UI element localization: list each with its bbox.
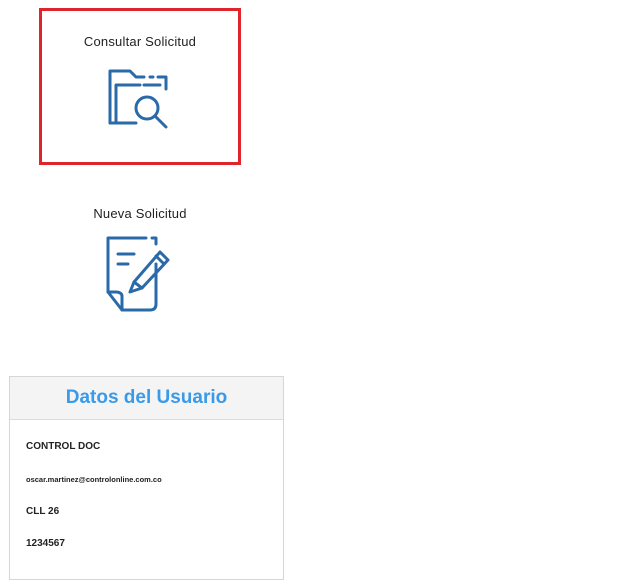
user-name: CONTROL DOC: [26, 441, 101, 452]
consultar-solicitud-label: Consultar Solicitud: [83, 34, 197, 49]
document-edit-icon: [106, 236, 170, 312]
user-email: oscar.martinez@controlonline.com.co: [26, 475, 162, 484]
user-data-card: Datos del Usuario CONTROL DOC oscar.mart…: [9, 376, 284, 580]
user-address: CLL 26: [26, 506, 60, 517]
user-card-title: Datos del Usuario: [65, 387, 228, 408]
user-phone: 1234567: [26, 538, 65, 549]
folder-search-icon: [108, 69, 168, 129]
nueva-solicitud-button[interactable]: Nueva Solicitud: [42, 196, 238, 326]
nueva-solicitud-label: Nueva Solicitud: [93, 206, 187, 221]
consultar-solicitud-button[interactable]: Consultar Solicitud: [39, 8, 241, 165]
user-card-body: CONTROL DOC oscar.martinez@controlonline…: [10, 441, 283, 549]
user-card-header: Datos del Usuario: [10, 377, 283, 420]
